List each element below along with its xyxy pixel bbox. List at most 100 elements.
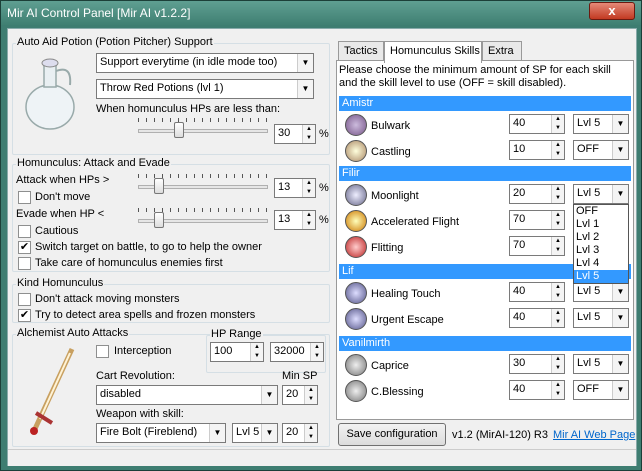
min-sp-stepper[interactable]: 20 ▲ ▼ xyxy=(282,385,318,405)
c-blessing-sp-stepper[interactable]: 40 ▲ ▼ xyxy=(509,380,565,400)
section-filir: Filir xyxy=(339,166,631,181)
potion-type-value: Throw Red Potions (lvl 1) xyxy=(100,82,224,94)
spin-arrows-icon[interactable]: ▲ ▼ xyxy=(551,237,564,255)
flitting-icon xyxy=(345,236,367,258)
spin-arrows-icon[interactable]: ▲ ▼ xyxy=(551,185,564,203)
c-blessing-label: C.Blessing xyxy=(371,386,424,398)
c-blessing-level-value: OFF xyxy=(577,383,599,395)
tab-tactics[interactable]: Tactics xyxy=(338,41,384,61)
dont-attack-checkbox[interactable] xyxy=(18,293,31,306)
accelerated-flight-sp-stepper[interactable]: 70 ▲ ▼ xyxy=(509,210,565,230)
dropdown-option-lvl1[interactable]: Lvl 1 xyxy=(574,218,628,231)
bulwark-level-select[interactable]: Lvl 5 ▼ xyxy=(573,114,629,134)
dropdown-option-lvl5[interactable]: Lvl 5 xyxy=(574,270,628,283)
caprice-level-select[interactable]: Lvl 5 ▼ xyxy=(573,354,629,374)
section-vanilmirth: Vanilmirth xyxy=(339,336,631,351)
castling-level-value: OFF xyxy=(577,143,599,155)
switch-target-checkbox[interactable]: ✔ xyxy=(18,241,31,254)
cautious-checkbox[interactable] xyxy=(18,225,31,238)
healing-touch-label: Healing Touch xyxy=(371,288,441,300)
hp-threshold-stepper[interactable]: 30 ▲ ▼ xyxy=(274,124,316,144)
spin-arrows-icon[interactable]: ▲ ▼ xyxy=(551,283,564,301)
slider-thumb[interactable] xyxy=(154,212,164,228)
take-care-checkbox[interactable] xyxy=(18,257,31,270)
potion-type-select[interactable]: Throw Red Potions (lvl 1) ▼ xyxy=(96,79,314,99)
spin-arrows-icon[interactable]: ▲ ▼ xyxy=(551,381,564,399)
caprice-level-value: Lvl 5 xyxy=(577,357,601,369)
spin-arrows-icon[interactable]: ▲ ▼ xyxy=(304,424,317,442)
spin-arrows-icon[interactable]: ▲ ▼ xyxy=(302,211,315,229)
spin-arrows-icon[interactable]: ▲ ▼ xyxy=(304,386,317,404)
flitting-label: Flitting xyxy=(371,242,404,254)
hp-max-stepper[interactable]: 32000 ▲ ▼ xyxy=(270,342,324,362)
moonlight-level-select[interactable]: Lvl 5 ▼ xyxy=(573,184,629,204)
urgent-escape-sp-stepper[interactable]: 40 ▲ ▼ xyxy=(509,308,565,328)
attack-hp-stepper[interactable]: 13 ▲ ▼ xyxy=(274,178,316,198)
chevron-down-icon: ▼ xyxy=(612,381,628,399)
weapon-skill-select[interactable]: Fire Bolt (Fireblend) ▼ xyxy=(96,423,226,443)
caprice-sp-stepper[interactable]: 30 ▲ ▼ xyxy=(509,354,565,374)
spin-arrows-icon[interactable]: ▲ ▼ xyxy=(551,115,564,133)
tab-extra-label: Extra xyxy=(488,45,514,57)
moonlight-label: Moonlight xyxy=(371,190,419,202)
spin-arrows-icon[interactable]: ▲ ▼ xyxy=(302,179,315,197)
detect-spells-checkbox[interactable]: ✔ xyxy=(18,309,31,322)
spin-arrows-icon[interactable]: ▲ ▼ xyxy=(551,355,564,373)
castling-level-select[interactable]: OFF ▼ xyxy=(573,140,629,160)
dropdown-option-lvl3[interactable]: Lvl 3 xyxy=(574,244,628,257)
dropdown-option-off[interactable]: OFF xyxy=(574,205,628,218)
c-blessing-level-select[interactable]: OFF ▼ xyxy=(573,380,629,400)
evade-hp-slider[interactable] xyxy=(138,208,268,231)
bulwark-sp-stepper[interactable]: 40 ▲ ▼ xyxy=(509,114,565,134)
urgent-escape-level-value: Lvl 5 xyxy=(577,311,601,323)
chevron-down-icon: ▼ xyxy=(261,424,277,442)
caprice-sp-value: 30 xyxy=(513,357,526,369)
flitting-sp-stepper[interactable]: 70 ▲ ▼ xyxy=(509,236,565,256)
spin-arrows-icon[interactable]: ▲ ▼ xyxy=(551,309,564,327)
chevron-down-icon: ▼ xyxy=(612,141,628,159)
castling-icon xyxy=(345,140,367,162)
tab-extra[interactable]: Extra xyxy=(482,41,522,61)
chevron-down-icon: ▼ xyxy=(612,309,628,327)
evade-hp-stepper[interactable]: 13 ▲ ▼ xyxy=(274,210,316,230)
dont-move-checkbox[interactable] xyxy=(18,191,31,204)
level-dropdown-list[interactable]: OFF Lvl 1 Lvl 2 Lvl 3 Lvl 4 Lvl 5 xyxy=(573,204,629,284)
skills-panel: Please choose the minimum amount of SP f… xyxy=(336,60,634,420)
web-page-link[interactable]: Mir AI Web Page xyxy=(553,429,635,441)
save-configuration-button[interactable]: Save configuration xyxy=(338,423,446,446)
spin-arrows-icon[interactable]: ▲ ▼ xyxy=(250,343,263,361)
healing-touch-icon xyxy=(345,282,367,304)
castling-sp-stepper[interactable]: 10 ▲ ▼ xyxy=(509,140,565,160)
moonlight-sp-stepper[interactable]: 20 ▲ ▼ xyxy=(509,184,565,204)
weapon-sp-stepper[interactable]: 20 ▲ ▼ xyxy=(282,423,318,443)
accelerated-flight-sp-value: 70 xyxy=(513,213,526,225)
tab-homunculus-skills[interactable]: Homunculus Skills xyxy=(384,41,482,63)
healing-touch-level-select[interactable]: Lvl 5 ▼ xyxy=(573,282,629,302)
accelerated-flight-label: Accelerated Flight xyxy=(371,216,460,228)
bulwark-sp-value: 40 xyxy=(513,117,526,129)
title-bar[interactable]: Mir AI Control Panel [Mir AI v1.2.2] x xyxy=(1,1,641,25)
spin-arrows-icon[interactable]: ▲ ▼ xyxy=(551,211,564,229)
slider-thumb[interactable] xyxy=(154,178,164,194)
hp-min-value: 100 xyxy=(214,345,233,357)
dropdown-option-lvl2[interactable]: Lvl 2 xyxy=(574,231,628,244)
cart-revolution-select[interactable]: disabled ▼ xyxy=(96,385,278,405)
potion-mode-select[interactable]: Support everytime (in idle mode too) ▼ xyxy=(96,53,314,73)
dropdown-option-lvl4[interactable]: Lvl 4 xyxy=(574,257,628,270)
hp-threshold-slider[interactable] xyxy=(138,118,268,141)
spin-arrows-icon[interactable]: ▲ ▼ xyxy=(310,343,323,361)
take-care-label: Take care of homunculus enemies first xyxy=(35,257,223,269)
slider-thumb[interactable] xyxy=(174,122,184,138)
spin-arrows-icon[interactable]: ▲ ▼ xyxy=(302,125,315,143)
attack-hp-slider[interactable] xyxy=(138,174,268,197)
weapon-level-select[interactable]: Lvl 5 ▼ xyxy=(232,423,278,443)
spin-arrows-icon[interactable]: ▲ ▼ xyxy=(551,141,564,159)
interception-checkbox[interactable] xyxy=(96,345,109,358)
hp-min-stepper[interactable]: 100 ▲ ▼ xyxy=(210,342,264,362)
accelerated-flight-icon xyxy=(345,210,367,232)
urgent-escape-level-select[interactable]: Lvl 5 ▼ xyxy=(573,308,629,328)
close-button[interactable]: x xyxy=(589,2,635,20)
healing-touch-sp-stepper[interactable]: 40 ▲ ▼ xyxy=(509,282,565,302)
tab-homunculus-skills-label: Homunculus Skills xyxy=(390,45,480,57)
attack-group-label: Homunculus: Attack and Evade xyxy=(16,157,171,169)
